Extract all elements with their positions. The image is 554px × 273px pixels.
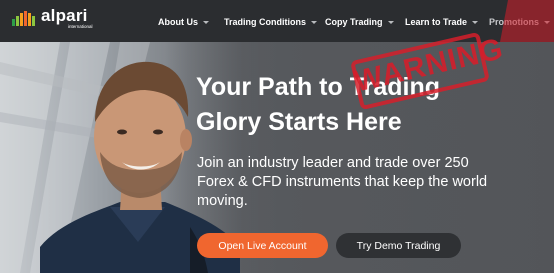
headline-line-2: Glory Starts Here xyxy=(196,108,402,136)
try-demo-trading-button[interactable]: Try Demo Trading xyxy=(336,233,461,258)
logo-wave-icon xyxy=(12,9,38,27)
chevron-down-icon xyxy=(472,20,479,24)
nav-item-copy-trading[interactable]: Copy Trading xyxy=(325,17,394,27)
chevron-down-icon xyxy=(203,20,209,24)
nav-item-learn-to-trade[interactable]: Learn to Trade xyxy=(405,17,479,27)
nav-item-trading-conditions[interactable]: Trading Conditions xyxy=(224,17,317,27)
nav-item-label: Learn to Trade xyxy=(405,17,468,27)
chevron-down-icon xyxy=(311,20,317,24)
nav-item-label: Copy Trading xyxy=(325,17,383,27)
open-live-account-button[interactable]: Open Live Account xyxy=(197,233,328,258)
logo-tagline: international xyxy=(68,24,93,29)
nav-item-label: Trading Conditions xyxy=(224,17,306,27)
nav-item-about-us[interactable]: About Us xyxy=(158,17,209,27)
chevron-down-icon xyxy=(387,20,394,24)
alpari-logo[interactable]: alpari international xyxy=(12,7,93,30)
nav-item-label: About Us xyxy=(158,17,198,27)
stamp-fragment xyxy=(500,0,554,42)
logo-wordmark: alpari xyxy=(41,6,88,25)
hero-subcopy: Join an industry leader and trade over 2… xyxy=(197,155,488,209)
